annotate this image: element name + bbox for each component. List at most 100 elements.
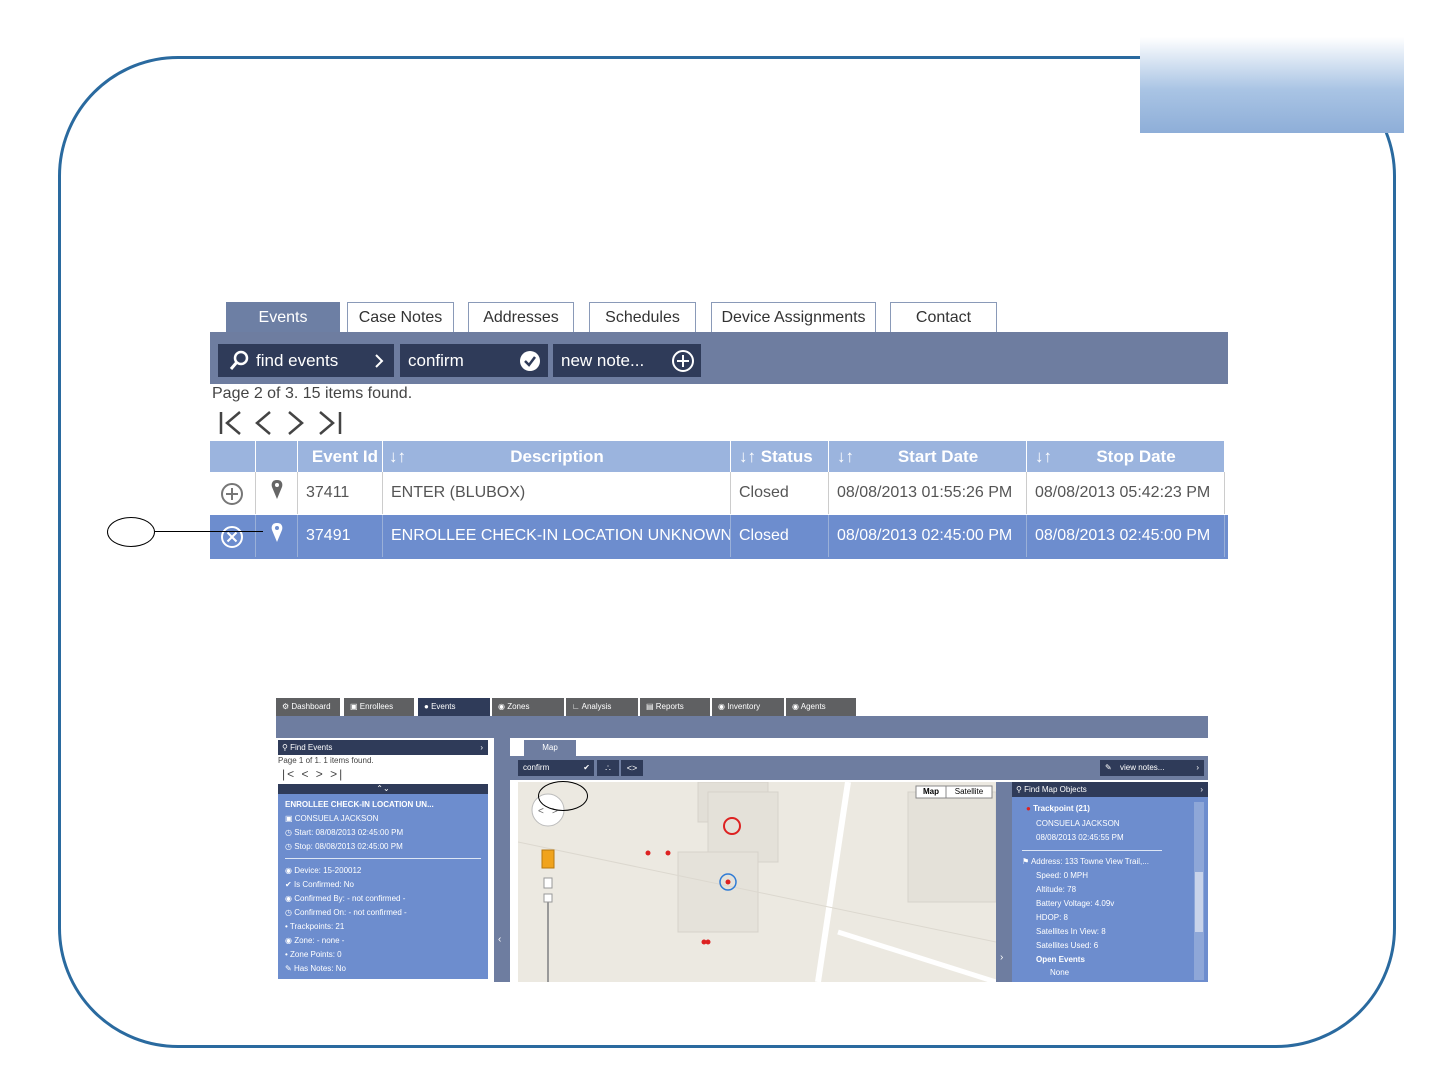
header-description-label: Description [510, 447, 604, 466]
tab-events[interactable]: Events [226, 302, 340, 332]
zone: ◉ Zone: - none - [285, 936, 345, 945]
tab-map[interactable]: Map [524, 740, 576, 756]
tab-contact[interactable]: Contact [890, 302, 997, 332]
header-status[interactable]: ↓↑ Status [731, 441, 829, 472]
nav-strip [276, 716, 1208, 738]
nav-events[interactable]: ● Events [418, 698, 490, 716]
table-row[interactable]: 37411 ENTER (BLUBOX) Closed 08/08/2013 0… [210, 472, 1228, 514]
status-cell: Closed [731, 515, 829, 557]
clock-icon: ◷ [285, 908, 295, 917]
confirm-button[interactable]: confirm [400, 344, 548, 377]
trackpoint-time: 08/08/2013 02:45:55 PM [1036, 833, 1124, 842]
view-notes-button[interactable]: ✎ view notes... › [1100, 760, 1204, 776]
nav-analysis[interactable]: ∟ Analysis [566, 698, 638, 716]
trackpoint-header: ● Trackpoint (21) [1026, 804, 1090, 813]
tab-schedules[interactable]: Schedules [589, 302, 696, 332]
report-icon: ▤ [646, 702, 656, 711]
map-type-satellite[interactable]: Satellite [946, 786, 992, 798]
first-page-icon[interactable] [219, 411, 241, 435]
expand-icon[interactable] [210, 472, 256, 514]
nav-inventory[interactable]: ◉ Inventory [712, 698, 784, 716]
check-circle-icon [518, 344, 542, 388]
page-info: Page 2 of 3. 15 items found. [212, 385, 413, 402]
start-date-cell: 08/08/2013 01:55:26 PM [829, 472, 1027, 514]
add-circle-icon [671, 344, 695, 388]
tab-addresses[interactable]: Addresses [468, 302, 574, 332]
search-icon [228, 344, 250, 388]
description-cell: ENROLLEE CHECK-IN LOCATION UNKNOWN [383, 515, 731, 557]
note-icon: ✎ [1105, 763, 1112, 772]
table-row-selected[interactable]: 37491 ENROLLEE CHECK-IN LOCATION UNKNOWN… [210, 515, 1228, 559]
last-page-icon[interactable] [319, 411, 342, 435]
header-event-id[interactable]: Event Id [298, 441, 383, 472]
header-description[interactable]: ↓↑ Description [383, 441, 731, 472]
nav-enrollees[interactable]: ▣ Enrollees [344, 698, 414, 716]
event-id-cell: 37491 [298, 515, 383, 557]
events-toolbar: find events confirm new note... [210, 332, 1228, 384]
tab-device-assignments[interactable]: Device Assignments [711, 302, 876, 332]
header-stop-date-label: Stop Date [1096, 447, 1176, 466]
eye-icon: ◉ [792, 702, 801, 711]
panel-splitter[interactable]: ‹ [494, 738, 510, 982]
nav-zones[interactable]: ◉ Zones [492, 698, 564, 716]
clock-icon: ◷ [285, 842, 295, 851]
satellites-used: Satellites Used: 6 [1036, 941, 1099, 950]
confirm-label: confirm [408, 351, 464, 370]
collapse-icon[interactable] [210, 515, 256, 557]
has-notes: ✎ Has Notes: No [285, 964, 346, 973]
hdop: HDOP: 8 [1036, 913, 1069, 922]
map-pin-icon[interactable] [256, 515, 298, 557]
device-icon: ◉ [718, 702, 728, 711]
divider [285, 858, 481, 859]
find-events-button[interactable]: find events [218, 344, 394, 377]
find-events-header[interactable]: ⚲ Find Events › [278, 740, 488, 755]
map-toolbar: confirm ✔ ∴ <> ✎ view notes... › [510, 756, 1208, 780]
header-start-date[interactable]: ↓↑ Start Date [829, 441, 1027, 472]
map-canvas[interactable]: < > Map Satellite [518, 782, 996, 982]
collapse-bar[interactable]: ⌃⌄ [278, 784, 488, 794]
trackpoints-button[interactable]: ∴ [597, 760, 619, 776]
address: ⚑ Address: 133 Towne View Trail,... [1022, 857, 1149, 866]
trackpoint-marker [665, 850, 671, 856]
chevron-right-icon: › [480, 743, 483, 752]
right-splitter[interactable]: › [996, 782, 1012, 982]
id-card-icon: ▣ [350, 702, 360, 711]
nav-reports[interactable]: ▤ Reports [640, 698, 710, 716]
find-map-objects-header[interactable]: ⚲ Find Map Objects › [1012, 782, 1208, 797]
dashboard-icon: ⚙ [282, 702, 292, 711]
nav-dashboard[interactable]: ⚙ Dashboard [276, 698, 340, 716]
analysis-icon: ∟ [572, 702, 582, 711]
search-icon: ⚲ [1016, 785, 1025, 794]
check-circle-icon: ✔ [583, 763, 590, 772]
corner-decoration [1140, 37, 1404, 133]
expand-button[interactable]: <> [621, 760, 643, 776]
speed: Speed: 0 MPH [1036, 871, 1089, 880]
nav-agents[interactable]: ◉ Agents [786, 698, 856, 716]
note-icon: ✎ [285, 964, 294, 973]
page-info: Page 1 of 1. 1 items found. [278, 756, 374, 765]
trackpoint-name: CONSUELA JACKSON [1036, 819, 1120, 828]
new-note-button[interactable]: new note... [553, 344, 701, 377]
map-type-map[interactable]: Map [916, 786, 946, 798]
scrollbar-thumb[interactable] [1195, 872, 1203, 932]
event-detail-card[interactable]: ENROLLEE CHECK-IN LOCATION UN... ▣ CONSU… [278, 794, 488, 979]
pager[interactable]: |< < > >| [282, 767, 344, 781]
eye-icon: ◉ [285, 894, 295, 903]
sort-icon: ↓↑ [739, 447, 756, 466]
enrollee-name: ▣ CONSUELA JACKSON [285, 814, 379, 823]
next-page-icon[interactable] [288, 411, 304, 435]
map-confirm-button[interactable]: confirm ✔ [518, 760, 594, 776]
find-events-label: find events [256, 351, 339, 370]
scrollbar[interactable] [1194, 802, 1204, 980]
chevron-right-icon: › [1196, 763, 1199, 772]
chevron-right-icon: › [1200, 785, 1203, 794]
map-pin-icon[interactable] [256, 472, 298, 514]
tab-case-notes[interactable]: Case Notes [347, 302, 454, 332]
trackpoint-marker [645, 850, 651, 856]
header-stop-date[interactable]: ↓↑ Stop Date [1027, 441, 1225, 472]
map-panel: Map confirm ✔ ∴ <> ✎ view notes... › < >… [510, 738, 1208, 982]
search-icon: ⚲ [282, 743, 291, 752]
prev-page-icon[interactable] [255, 411, 271, 435]
header-start-date-label: Start Date [897, 447, 979, 466]
header-map [256, 441, 298, 472]
